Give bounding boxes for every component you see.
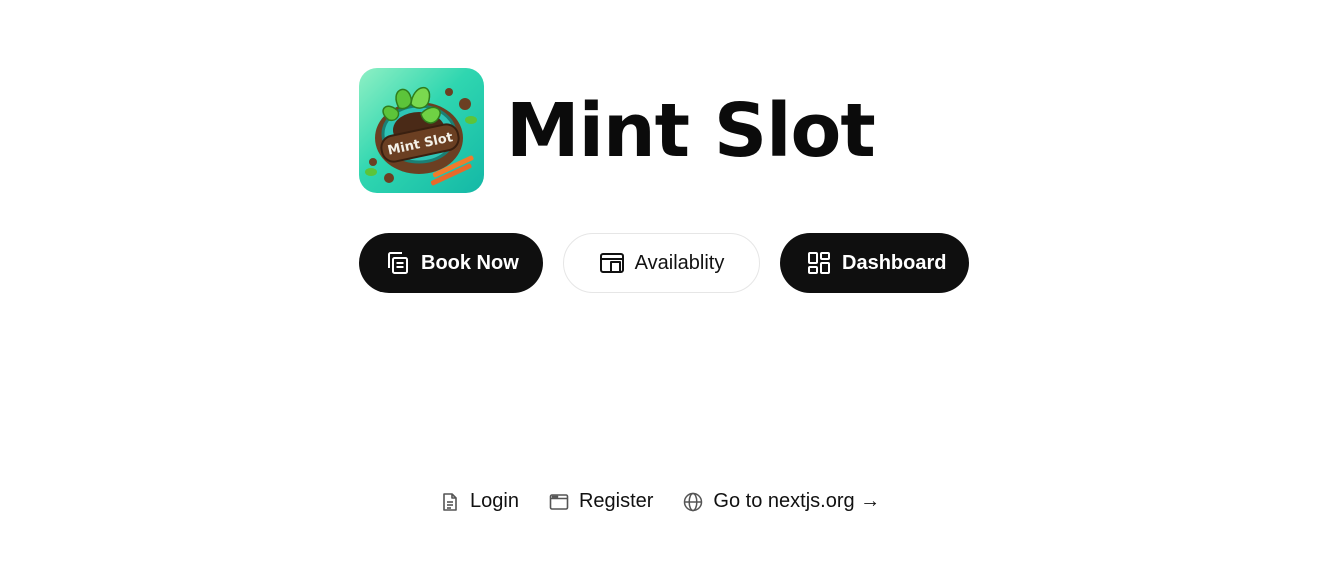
nextjs-link[interactable]: Go to nextjs.org → xyxy=(683,490,880,513)
book-now-button[interactable]: Book Now xyxy=(359,233,543,293)
footer-links: Login Register Go to nextjs.org → xyxy=(440,490,880,513)
page-title: Mint Slot xyxy=(506,87,876,174)
copy-icon xyxy=(385,250,411,276)
login-link[interactable]: Login xyxy=(440,490,519,513)
register-label: Register xyxy=(578,490,654,512)
book-now-label: Book Now xyxy=(421,251,519,274)
login-label: Login xyxy=(470,490,519,512)
dashboard-button[interactable]: Dashboard xyxy=(780,233,969,293)
window-icon xyxy=(549,492,569,512)
file-icon xyxy=(440,492,460,512)
layout-panel-icon xyxy=(599,250,625,276)
action-buttons: Book Now Availablity Dashboard xyxy=(359,233,969,293)
brand-header: Mint Slot Mint Slot xyxy=(359,68,876,193)
nextjs-label: Go to nextjs.org → xyxy=(713,490,881,512)
grid-icon xyxy=(806,250,832,276)
availability-label: Availablity xyxy=(634,251,725,274)
availability-button[interactable]: Availablity xyxy=(563,233,760,293)
mint-slot-logo: Mint Slot xyxy=(359,68,484,193)
globe-icon xyxy=(683,492,703,512)
dashboard-label: Dashboard xyxy=(842,251,947,274)
page: Mint Slot Mint Slot Book Now Availablity… xyxy=(0,0,1323,576)
register-link[interactable]: Register xyxy=(549,490,653,513)
logo-illustration: Mint Slot xyxy=(365,87,477,186)
